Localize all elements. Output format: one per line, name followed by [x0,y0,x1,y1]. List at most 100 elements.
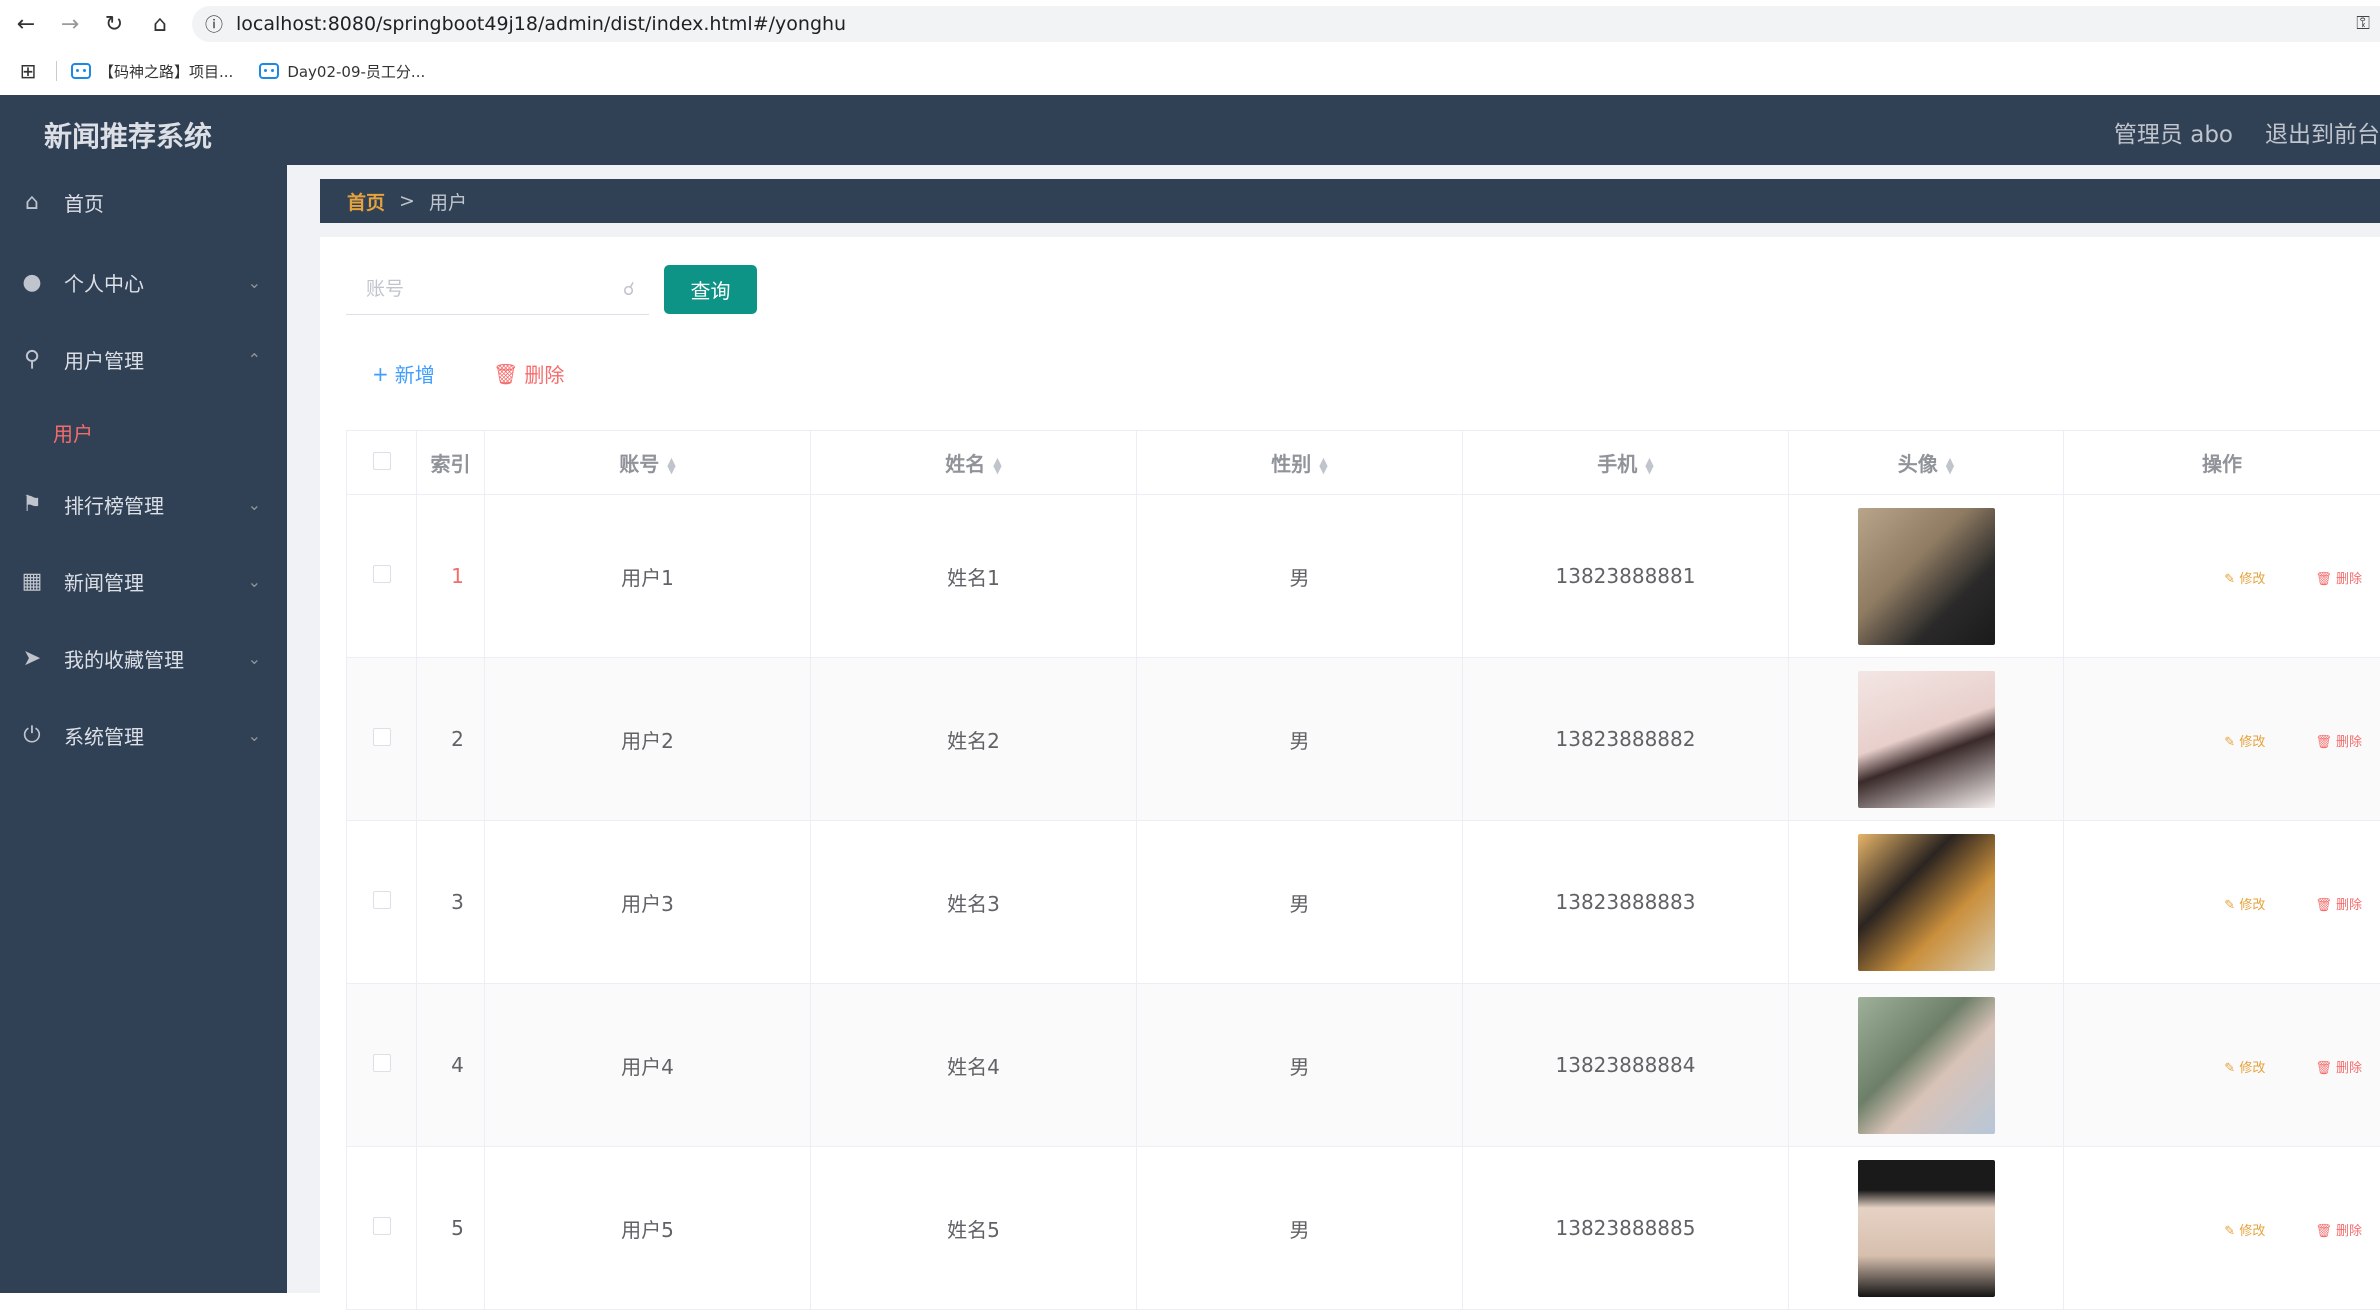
sidebar-item-user-management[interactable]: ⚲ 用户管理 ⌃ [0,329,287,389]
edit-label: 修改 [2239,735,2265,750]
row-checkbox[interactable] [373,891,391,909]
bookmark-item[interactable]: Day02-09-员工分... [259,61,425,82]
header-label: 头像 [1898,452,1938,476]
row-name: 姓名1 [811,495,1137,658]
table-row: 3 用户3 姓名3 男 13823888883 ✎ 修改🗑 删除 [347,821,2380,984]
row-phone: 13823888885 [1463,1147,1789,1310]
header-label: 性别 [1271,452,1311,476]
row-delete-button[interactable]: 🗑 删除 [2315,898,2362,913]
header-index: 索引 [417,431,485,495]
send-icon: ➤ [0,646,64,671]
app-title: 新闻推荐系统 [44,115,212,155]
row-delete-button[interactable]: 🗑 删除 [2315,572,2362,587]
row-edit-button[interactable]: ✎ 修改 [2224,1061,2265,1076]
header-phone[interactable]: 手机 ▲▼ [1463,431,1789,495]
url-text[interactable]: localhost:8080/springboot49j18/admin/dis… [236,13,846,35]
chevron-down-icon: ⌄ [248,495,261,514]
avatar[interactable] [1858,834,1995,971]
trash-icon: 🗑 [493,362,518,386]
forward-icon[interactable]: → [52,8,88,40]
apps-grid-icon[interactable]: ⊞ [0,59,56,83]
avatar[interactable] [1858,997,1995,1134]
header-gender[interactable]: 性别 ▲▼ [1137,431,1463,495]
sidebar-item-favorites-management[interactable]: ➤ 我的收藏管理 ⌄ [0,628,287,688]
row-account: 用户1 [485,495,811,658]
table-header-row: 索引 账号▲▼ 姓名▲▼ 性别▲▼ 手机▲▼ 头像▲▼ 操作 [347,431,2380,495]
plus-icon: + [372,362,389,386]
breadcrumb-separator: > [399,190,415,212]
sidebar-item-label: 用户管理 [64,345,144,374]
add-button-label: 新增 [395,359,435,388]
header-name[interactable]: 姓名 ▲▼ [811,431,1137,495]
sidebar-item-system-management[interactable]: ⏻ 系统管理 ⌄ [0,705,287,765]
edit-label: 修改 [2239,1061,2265,1076]
row-phone: 13823888882 [1463,658,1789,821]
reload-icon[interactable]: ↻ [96,8,132,40]
avatar[interactable] [1858,508,1995,645]
content-panel: ☌ 查询 + 新增 🗑 删除 索引 账号▲▼ 姓名▲▼ 性别▲▼ [320,237,2380,1293]
password-key-icon[interactable]: ⚿ [2356,13,2370,34]
row-edit-button[interactable]: ✎ 修改 [2224,1224,2265,1239]
row-index: 1 [417,495,485,658]
row-gender: 男 [1137,495,1463,658]
sort-icon[interactable]: ▲▼ [993,458,1001,474]
row-checkbox[interactable] [373,728,391,746]
row-delete-button[interactable]: 🗑 删除 [2315,1224,2362,1239]
delete-label: 删除 [2336,1061,2362,1076]
header-avatar[interactable]: 头像 ▲▼ [1789,431,2064,495]
row-name: 姓名3 [811,821,1137,984]
breadcrumb: 首页 > 用户 [320,179,2380,223]
sidebar-item-ranking-management[interactable]: ⚑ 排行榜管理 ⌄ [0,474,287,534]
delete-label: 删除 [2336,898,2362,913]
bookmark-item[interactable]: 【码神之路】项目... [71,61,233,82]
sort-icon[interactable]: ▲▼ [1645,458,1653,474]
sidebar-subitem-user[interactable]: 用户 [53,418,93,447]
edit-label: 修改 [2239,1224,2265,1239]
row-checkbox[interactable] [373,1217,391,1235]
sort-icon[interactable]: ▲▼ [1946,458,1954,474]
row-index: 4 [417,984,485,1147]
row-edit-button[interactable]: ✎ 修改 [2224,572,2265,587]
row-index: 5 [417,1147,485,1310]
delete-button-label: 删除 [524,359,564,388]
site-info-icon[interactable]: ⓘ [192,11,236,37]
sidebar-item-home[interactable]: ⌂ 首页 [0,172,287,232]
bookmarks-bar: ⊞ 【码神之路】项目... Day02-09-员工分... [0,56,451,86]
sidebar-item-personal-center[interactable]: ● 个人中心 ⌄ [0,252,287,312]
chevron-down-icon: ⌄ [248,649,261,668]
search-input[interactable] [366,278,606,300]
header-label: 手机 [1597,452,1637,476]
row-account: 用户5 [485,1147,811,1310]
logout-link[interactable]: 退出到前台 [2265,115,2380,149]
avatar[interactable] [1858,1160,1995,1297]
sidebar-item-label: 个人中心 [64,268,144,297]
header-account[interactable]: 账号▲▼ [485,431,811,495]
sidebar-item-label: 首页 [64,188,104,217]
home-page-icon[interactable]: ⌂ [142,8,178,40]
address-bar[interactable]: ⓘ localhost:8080/springboot49j18/admin/d… [192,6,2380,42]
breadcrumb-home[interactable]: 首页 [347,188,385,215]
header-label: 姓名 [945,452,985,476]
row-phone: 13823888884 [1463,984,1789,1147]
query-button[interactable]: 查询 [664,265,757,314]
select-all-checkbox[interactable] [373,452,391,470]
row-delete-button[interactable]: 🗑 删除 [2315,735,2362,750]
row-delete-button[interactable]: 🗑 删除 [2315,1061,2362,1076]
batch-delete-button[interactable]: 🗑 删除 [493,359,564,388]
row-index: 3 [417,821,485,984]
sort-icon[interactable]: ▲▼ [667,458,675,474]
row-account: 用户3 [485,821,811,984]
back-icon[interactable]: ← [8,8,44,40]
delete-label: 删除 [2336,572,2362,587]
add-button[interactable]: + 新增 [372,359,435,388]
sort-icon[interactable]: ▲▼ [1319,458,1327,474]
avatar[interactable] [1858,671,1995,808]
sidebar: ⌂ 首页 ● 个人中心 ⌄ ⚲ 用户管理 ⌃ 用户 ⚑ 排行榜管理 ⌄ ▦ 新闻… [0,165,287,1293]
sidebar-item-label: 排行榜管理 [64,490,164,519]
row-edit-button[interactable]: ✎ 修改 [2224,735,2265,750]
row-edit-button[interactable]: ✎ 修改 [2224,898,2265,913]
row-checkbox[interactable] [373,1054,391,1072]
table-row: 5 用户5 姓名5 男 13823888885 ✎ 修改🗑 删除 [347,1147,2380,1310]
sidebar-item-news-management[interactable]: ▦ 新闻管理 ⌄ [0,551,287,611]
row-checkbox[interactable] [373,565,391,583]
